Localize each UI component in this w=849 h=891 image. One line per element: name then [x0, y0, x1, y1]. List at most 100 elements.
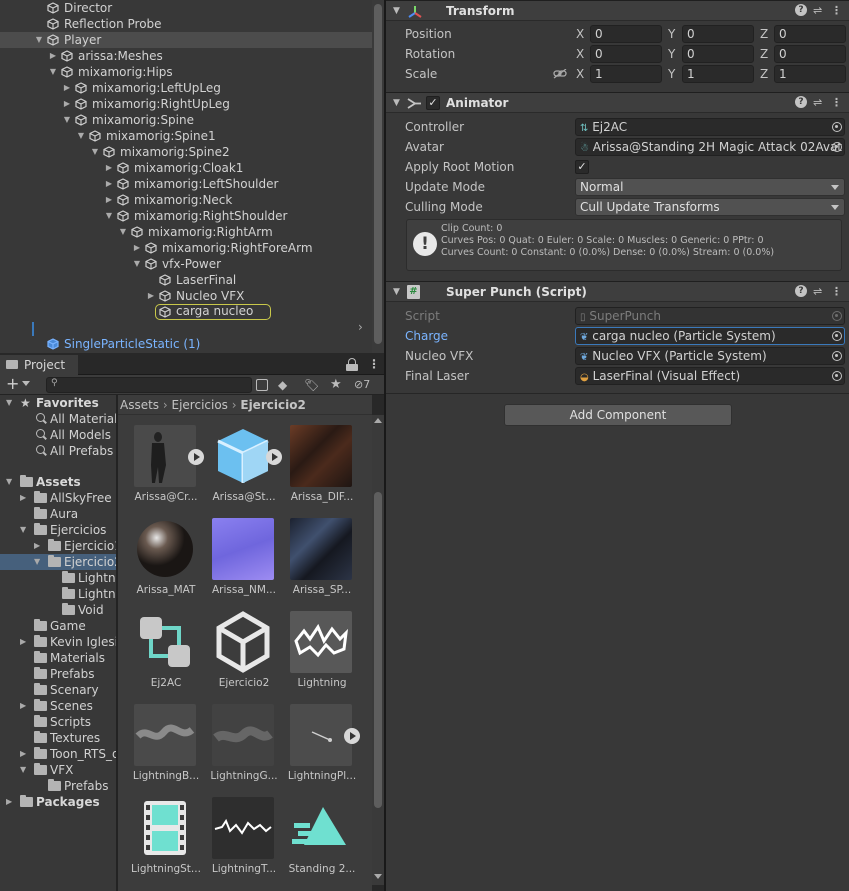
hierarchy-scrollbar-thumb[interactable]: [374, 4, 382, 344]
animator-enabled-checkbox[interactable]: ✓: [426, 96, 440, 110]
project-tree-row[interactable]: ▶ AllSkyFree: [0, 490, 116, 506]
expanded-arrow-icon[interactable]: ▼: [48, 64, 58, 80]
hierarchy-row[interactable]: ▶ mixamorig:RightForeArm: [0, 240, 372, 256]
object-picker-icon[interactable]: [832, 351, 842, 361]
project-tree-row[interactable]: Scripts: [0, 714, 116, 730]
object-picker-icon[interactable]: [832, 142, 842, 152]
presets-icon[interactable]: ⇌: [813, 96, 822, 110]
scroll-up-icon[interactable]: [374, 418, 382, 423]
project-tree-row[interactable]: ▼ Ejercicios: [0, 522, 116, 538]
star-icon[interactable]: ★: [330, 377, 342, 392]
position-x-field[interactable]: 0: [590, 25, 662, 43]
collapsed-arrow-icon[interactable]: ▶: [20, 698, 26, 714]
rotation-x-field[interactable]: 0: [590, 45, 662, 63]
collapsed-arrow-icon[interactable]: ▶: [62, 80, 72, 96]
asset-item[interactable]: Arissa_NM...: [198, 518, 278, 610]
kebab-menu-icon[interactable]: ⋮: [831, 285, 842, 299]
hierarchy-row[interactable]: ▶ arissa:Meshes: [0, 48, 372, 64]
plus-icon[interactable]: +: [6, 375, 19, 393]
project-tree-row[interactable]: Textures: [0, 730, 116, 746]
collapsed-arrow-icon[interactable]: ▶: [34, 538, 40, 554]
hierarchy-row[interactable]: ▶ mixamorig:RightUpLeg: [0, 96, 372, 112]
project-tree-row[interactable]: ▼ ★ Favorites: [0, 395, 116, 411]
animator-header[interactable]: ▼ ✓ Animator ? ⇌ ⋮: [386, 92, 849, 113]
asset-item[interactable]: LightningB...: [120, 704, 200, 796]
chevron-down-icon[interactable]: [22, 381, 30, 386]
culling-mode-dropdown[interactable]: Cull Update Transforms: [575, 198, 845, 216]
presets-icon[interactable]: ⇌: [813, 4, 822, 18]
collapsed-arrow-icon[interactable]: ▶: [62, 96, 72, 112]
asset-item[interactable]: LightningSt...: [120, 797, 201, 889]
hierarchy-row[interactable]: ▼ mixamorig:Spine2: [0, 144, 372, 160]
asset-item[interactable]: Ejercicio2: [198, 611, 278, 703]
transform-header[interactable]: ▼ Transform ? ⇌ ⋮: [386, 0, 849, 21]
play-preview-icon[interactable]: [344, 728, 360, 744]
project-tree-row[interactable]: ▼ Assets: [0, 474, 116, 490]
expanded-arrow-icon[interactable]: ▼: [20, 522, 26, 538]
filter-shapes-icon[interactable]: ◆: [278, 378, 287, 392]
position-z-field[interactable]: 0: [774, 25, 846, 43]
hierarchy-row[interactable]: ▶ Nucleo VFX: [0, 288, 372, 304]
collapsed-arrow-icon[interactable]: ▶: [146, 288, 156, 304]
help-icon[interactable]: ?: [795, 96, 807, 108]
constrain-proportions-icon[interactable]: [553, 69, 567, 79]
help-icon[interactable]: ?: [795, 4, 807, 16]
asset-item[interactable]: LightningPl...: [276, 704, 360, 796]
project-tree-row[interactable]: ▶ Kevin Iglesias: [0, 634, 116, 650]
kebab-menu-icon[interactable]: ⋮: [368, 357, 380, 371]
asset-item[interactable]: Arissa@Cr...: [120, 425, 204, 517]
hierarchy-row[interactable]: ▶ mixamorig:Cloak1: [0, 160, 372, 176]
hidden-packages-icon[interactable]: ⊘7: [354, 378, 370, 392]
rotation-y-field[interactable]: 0: [682, 45, 754, 63]
hierarchy-row[interactable]: ▼ mixamorig:Spine1: [0, 128, 372, 144]
avatar-field[interactable]: ☃ Arissa@Standing 2H Magic Attack 02Avat: [575, 138, 845, 156]
add-component-button[interactable]: Add Component: [504, 404, 732, 426]
hierarchy-row[interactable]: ▼ mixamorig:Spine: [0, 112, 372, 128]
project-tree-row[interactable]: Lightning: [0, 570, 116, 586]
hierarchy-row[interactable]: Reflection Probe: [0, 16, 372, 32]
collapsed-arrow-icon[interactable]: ▶: [132, 240, 142, 256]
hierarchy-row[interactable]: Director: [0, 0, 372, 16]
project-tree-row[interactable]: All Models: [0, 427, 116, 443]
breadcrumb-item[interactable]: Ejercicio2: [240, 398, 305, 412]
project-tree-row[interactable]: Game: [0, 618, 116, 634]
search-by-type-icon[interactable]: [256, 379, 268, 391]
collapsed-arrow-icon[interactable]: ▶: [20, 490, 26, 506]
presets-icon[interactable]: ⇌: [813, 285, 822, 299]
hierarchy-row[interactable]: ▼ mixamorig:Hips: [0, 64, 372, 80]
hierarchy-row[interactable]: SingleParticleStatic (1): [0, 336, 372, 352]
expanded-arrow-icon[interactable]: ▼: [34, 554, 40, 570]
asset-item[interactable]: Lightning: [276, 611, 356, 703]
project-tree-row[interactable]: ▼ Ejercicio2: [0, 554, 116, 570]
kebab-menu-icon[interactable]: ⋮: [831, 96, 842, 110]
asset-item[interactable]: LightningG...: [198, 704, 278, 796]
collapsed-arrow-icon[interactable]: ▶: [20, 746, 26, 762]
foldout-arrow-icon[interactable]: ▼: [393, 1, 400, 21]
nucleo-vfx-field[interactable]: ❦ Nucleo VFX (Particle System): [575, 347, 845, 365]
project-tree-row[interactable]: ▶ Packages: [0, 794, 116, 810]
charge-field[interactable]: ❦ carga nucleo (Particle System): [575, 327, 845, 345]
project-tree-row[interactable]: Aura: [0, 506, 116, 522]
project-tree-row[interactable]: ▶ Ejercicio1: [0, 538, 116, 554]
final-laser-field[interactable]: ◒ LaserFinal (Visual Effect): [575, 367, 845, 385]
scale-x-field[interactable]: 1: [590, 65, 662, 83]
asset-item[interactable]: Standing 2...: [276, 797, 356, 889]
expanded-arrow-icon[interactable]: ▼: [62, 112, 72, 128]
expanded-arrow-icon[interactable]: ▼: [20, 762, 26, 778]
asset-item[interactable]: Arissa_SP...: [276, 518, 356, 610]
tab-project[interactable]: Project: [0, 355, 78, 375]
expanded-arrow-icon[interactable]: ▼: [6, 395, 12, 411]
search-input[interactable]: ⚲: [46, 377, 252, 393]
collapsed-arrow-icon[interactable]: ▶: [104, 160, 114, 176]
hierarchy-row[interactable]: carga nucleo: [155, 304, 271, 320]
project-tree-row[interactable]: Prefabs: [0, 666, 116, 682]
project-tree-row[interactable]: ▶ Scenes: [0, 698, 116, 714]
apply-root-motion-checkbox[interactable]: ✓: [575, 160, 589, 174]
asset-item[interactable]: Ej2AC: [120, 611, 200, 703]
help-icon[interactable]: ?: [795, 285, 807, 297]
project-tree-row[interactable]: Scenary: [0, 682, 116, 698]
label-tag-icon[interactable]: 🏷: [304, 378, 319, 392]
position-y-field[interactable]: 0: [682, 25, 754, 43]
expanded-arrow-icon[interactable]: ▼: [76, 128, 86, 144]
foldout-arrow-icon[interactable]: ▼: [393, 282, 400, 302]
